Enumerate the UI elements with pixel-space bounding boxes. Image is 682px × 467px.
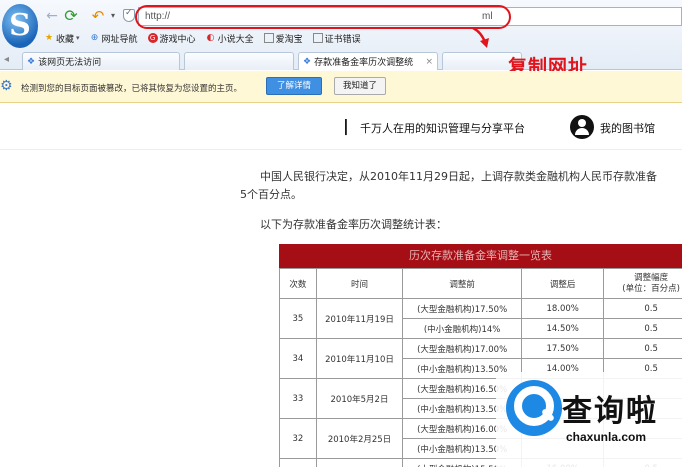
cell-count: 33 (279, 378, 317, 419)
header-after: 调整后 (521, 268, 605, 299)
tab-page-unreachable[interactable]: ❖ 该网页无法访问 (22, 52, 180, 70)
undo-dropdown-caret-icon[interactable]: ▾ (105, 8, 121, 24)
watermark-url: chaxunla.com (566, 430, 647, 444)
bookmarks-bar: ★ 收藏 ▾ ⊕ 网址导航 G 游戏中心 ◐ 小说大全 爱淘宝 证书错误 (44, 31, 361, 45)
cell-after: 18.00% (521, 298, 605, 319)
article-paragraph-1-continued: 5个百分点。 (240, 188, 302, 201)
bookmark-favorites[interactable]: ★ 收藏 ▾ (44, 31, 80, 45)
table-row: 34 2010年11月10日 (大型金融机构)17.00% 17.50% 0.5 (279, 338, 682, 379)
site-slogan: 千万人在用的知识管理与分享平台 (360, 122, 525, 135)
cell-date: 2010年2月25日 (315, 418, 404, 459)
site-header: | 千万人在用的知识管理与分享平台 我的图书馆 (0, 104, 682, 150)
address-bar-highlight-outline (135, 5, 511, 29)
bookmark-games[interactable]: G 游戏中心 (147, 31, 196, 45)
cert-icon (312, 33, 323, 43)
table-title: 历次存款准备金率调整一览表 (279, 244, 682, 268)
header-divider: | (343, 116, 349, 135)
tab-blank[interactable] (184, 52, 294, 70)
taobao-icon (263, 33, 274, 43)
page-icon: ❖ (303, 56, 312, 67)
undo-icon[interactable]: ↶ (90, 8, 106, 24)
my-library-link[interactable]: 我的图书馆 (600, 120, 655, 136)
cell-date (315, 458, 404, 467)
cell-after: 17.50% (521, 338, 605, 359)
bookmark-nav[interactable]: ⊕ 网址导航 (90, 31, 138, 45)
header-range: 调整幅度 (单位：百分点) (603, 268, 682, 299)
close-icon[interactable]: × (425, 57, 433, 67)
learn-more-button[interactable]: 了解详情 (266, 77, 322, 95)
cell-date: 2010年11月19日 (315, 298, 404, 339)
cell-before: (中小金融机构)14% (402, 318, 523, 339)
chaxunla-watermark: 查询啦 chaxunla.com (496, 372, 682, 467)
browser-logo[interactable]: S (2, 4, 38, 48)
tab-reserve-ratio[interactable]: ❖ 存款准备金率历次调整统 × (298, 52, 438, 70)
cell-before: (大型金融机构)17.50% (402, 298, 523, 319)
back-arrow-icon[interactable]: ← (44, 8, 60, 24)
bookmark-cert-error[interactable]: 证书错误 (312, 31, 361, 45)
user-avatar-icon[interactable] (570, 115, 594, 139)
bookmark-novels[interactable]: ◐ 小说大全 (206, 31, 254, 45)
header-before: 调整前 (402, 268, 523, 299)
annotation-arrow-icon (472, 26, 489, 48)
page-icon: ❖ (27, 56, 36, 67)
gear-icon: ⚙ (0, 78, 13, 94)
homepage-restored-notification: ⚙ 检测到您的目标页面被篡改，已将其恢复为您设置的主页。 了解详情 我知道了 (0, 71, 682, 103)
cell-count (279, 458, 317, 467)
header-date: 时间 (315, 268, 404, 299)
watermark-brand: 查询啦 (562, 394, 658, 429)
article-paragraph-2: 以下为存款准备金率历次调整统计表： (260, 218, 447, 231)
chevron-down-icon: ▾ (76, 34, 80, 42)
table-header-row: 次数 时间 调整前 调整后 调整幅度 (单位：百分点) (279, 268, 682, 299)
cell-count: 32 (279, 418, 317, 459)
got-it-button[interactable]: 我知道了 (334, 77, 386, 95)
security-shield-icon[interactable] (123, 8, 135, 22)
article-paragraph-1: 中国人民银行决定，从2010年11月29日起，上调存款类金融机构人民币存款准备 (260, 170, 657, 183)
table-row: 35 2010年11月19日 (大型金融机构)17.50% 18.00% 0.5 (279, 298, 682, 339)
cell-after: 14.50% (521, 318, 605, 339)
header-count: 次数 (279, 268, 317, 299)
cell-range: 0.5 (603, 338, 682, 359)
notification-message: 检测到您的目标页面被篡改，已将其恢复为您设置的主页。 (21, 84, 243, 94)
bookmark-taobao[interactable]: 爱淘宝 (263, 31, 303, 45)
tab-scroll-left-icon[interactable]: ◂ (4, 54, 9, 65)
star-icon: ★ (44, 33, 54, 43)
game-icon: G (147, 33, 158, 43)
novel-icon: ◐ (206, 33, 215, 43)
cell-before: (大型金融机构)17.00% (402, 338, 523, 359)
cell-date: 2010年11月10日 (315, 338, 404, 379)
browser-chrome: S ← ⟳ ↶ ▾ http:// ml ★ 收藏 ▾ ⊕ 网址导航 G 游戏中… (0, 0, 682, 78)
globe-icon: ⊕ (90, 33, 99, 43)
cell-range: 0.5 (603, 318, 682, 339)
cell-count: 35 (279, 298, 317, 339)
cell-date: 2010年5月2日 (315, 378, 404, 419)
refresh-icon[interactable]: ⟳ (63, 8, 79, 24)
cell-range: 0.5 (603, 298, 682, 319)
cell-count: 34 (279, 338, 317, 379)
